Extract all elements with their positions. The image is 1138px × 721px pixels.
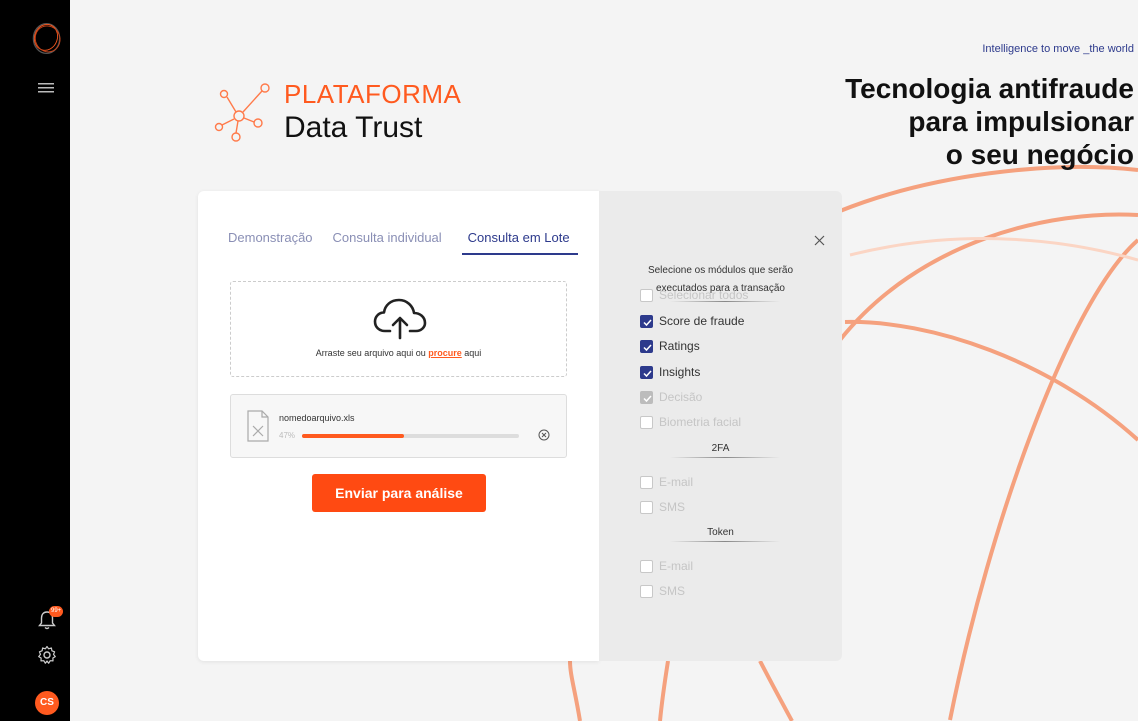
tab-demonstracao[interactable]: Demonstração [228, 230, 313, 255]
submit-analysis-button[interactable]: Enviar para análise [312, 474, 486, 512]
hero-heading: Tecnologia antifraude para impulsionar o… [845, 73, 1134, 170]
user-avatar[interactable]: CS [35, 691, 59, 715]
hamburger-menu-icon[interactable] [38, 81, 54, 95]
notification-badge: 99+ [49, 606, 64, 617]
checkbox-checked-disabled-icon [640, 390, 653, 404]
checkbox-icon [640, 584, 653, 598]
tab-consulta-em-lote[interactable]: Consulta em Lote [461, 230, 578, 255]
molecule-logo-icon [214, 83, 270, 142]
checkbox-icon [640, 500, 653, 514]
section-divider-token [670, 541, 780, 542]
checkbox-icon [640, 475, 653, 489]
uploaded-file-item: nomedoarquivo.xls 47% [230, 394, 567, 458]
sidebar: 99+ CS [0, 0, 70, 721]
module-insights[interactable]: Insights [640, 365, 700, 379]
batch-query-card: Demonstração Consulta individual Consult… [198, 191, 599, 661]
tab-consulta-individual[interactable]: Consulta individual [333, 230, 442, 255]
upload-progress-fill [302, 434, 404, 438]
checkbox-checked-icon [640, 365, 653, 379]
section-label-2fa: 2FA [711, 443, 730, 454]
company-logo-icon [32, 22, 61, 55]
section-label-token: Token [707, 527, 734, 538]
file-dropzone[interactable]: Arraste seu arquivo aqui ou procure aqui [230, 281, 567, 377]
upload-progress-bar [302, 434, 519, 438]
tab-bar: Demonstração Consulta individual Consult… [228, 230, 578, 255]
module-token-sms: SMS [640, 584, 685, 598]
module-ratings[interactable]: Ratings [640, 339, 700, 353]
module-biometria-facial: Biometria facial [640, 415, 741, 429]
module-decisao: Decisão [640, 390, 702, 404]
checkbox-icon [640, 415, 653, 429]
settings-gear-icon[interactable] [37, 645, 57, 665]
checkbox-checked-icon [640, 339, 653, 353]
module-token-email: E-mail [640, 559, 693, 573]
dropzone-text: Arraste seu arquivo aqui ou procure aqui [315, 348, 482, 358]
module-2fa-sms: SMS [640, 500, 685, 514]
upload-percent: 47% [279, 431, 296, 440]
file-name: nomedoarquivo.xls [279, 413, 355, 423]
module-2fa-email: E-mail [640, 475, 693, 489]
modules-panel: Selecione os módulos que serão executado… [599, 191, 842, 661]
cloud-upload-icon [373, 298, 427, 340]
checkbox-icon [640, 288, 653, 302]
tagline: Intelligence to move _the world [982, 43, 1134, 55]
checkbox-checked-icon [640, 314, 653, 328]
section-divider-2fa [670, 457, 780, 458]
file-icon [247, 410, 269, 442]
select-all-checkbox[interactable]: Selecionar todos [640, 288, 748, 302]
cancel-upload-icon[interactable] [538, 429, 550, 441]
brand-subtitle: Data Trust [284, 111, 423, 144]
module-score-de-fraude[interactable]: Score de fraude [640, 314, 744, 328]
close-icon[interactable] [813, 234, 826, 247]
brand-title: PLATAFORMA [284, 79, 462, 109]
checkbox-icon [640, 559, 653, 573]
browse-link[interactable]: procure [428, 348, 462, 358]
